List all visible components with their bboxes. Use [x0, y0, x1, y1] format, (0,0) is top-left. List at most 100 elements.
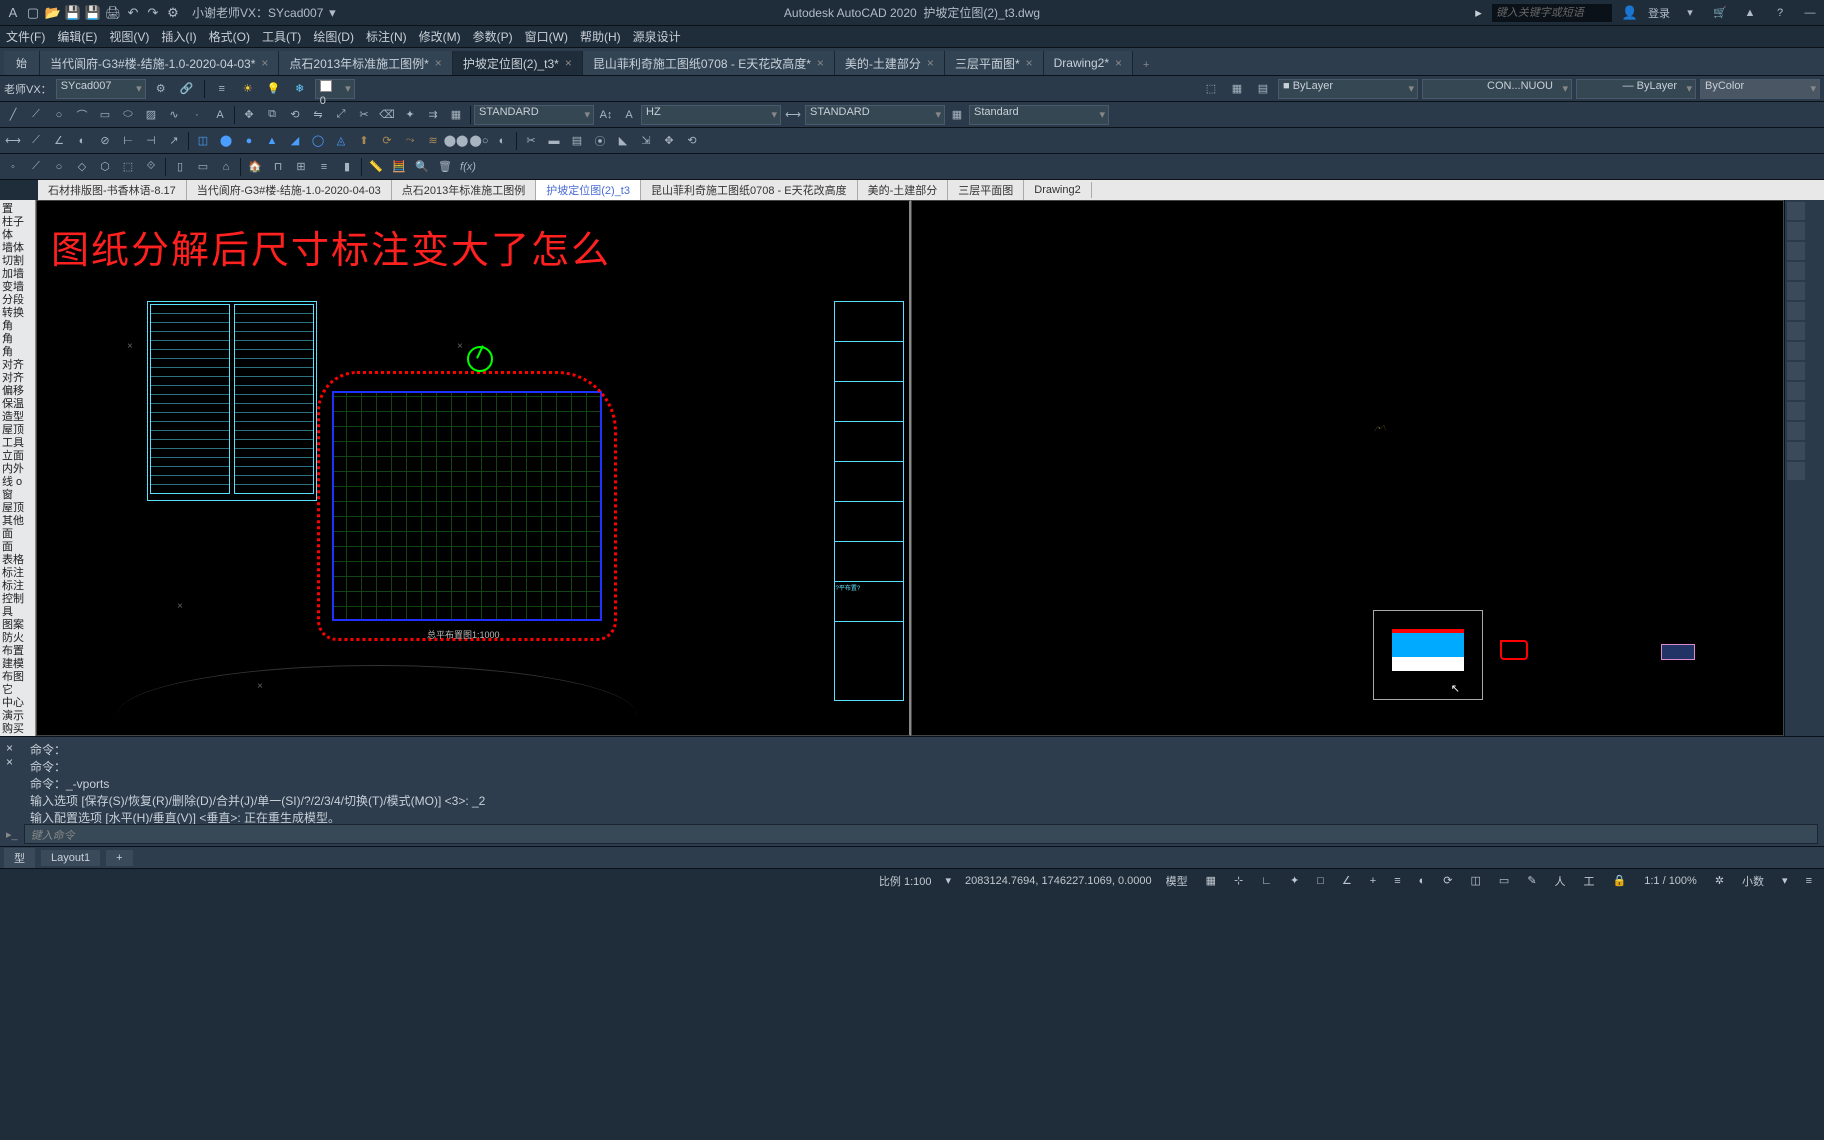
- doc-tab-4[interactable]: 昆山菲利奇施工图纸0708 - E天花改高度*×: [583, 51, 835, 75]
- left-tool-12[interactable]: 对齐: [0, 356, 35, 369]
- left-tool-10[interactable]: 角: [0, 330, 35, 343]
- app-icon[interactable]: 🛒: [1710, 6, 1730, 19]
- transparency-icon[interactable]: ◐: [1415, 875, 1430, 887]
- left-tool-9[interactable]: 角: [0, 317, 35, 330]
- sun-icon[interactable]: ☀: [237, 78, 259, 100]
- gear2-icon[interactable]: ✲: [1711, 874, 1728, 887]
- new-tab-button[interactable]: +: [1133, 55, 1159, 75]
- text-find-icon[interactable]: A: [618, 104, 640, 126]
- cmd-close-icon[interactable]: ×: [6, 741, 13, 755]
- model-paper-toggle[interactable]: 模型: [1162, 873, 1192, 889]
- vx-combo[interactable]: SYcad007: [56, 79, 146, 99]
- open-icon[interactable]: 📂: [44, 4, 62, 22]
- menu-modify[interactable]: 修改(M): [419, 28, 461, 45]
- lightbulb-icon[interactable]: 💡: [263, 78, 285, 100]
- dyn-icon[interactable]: +: [1366, 875, 1380, 887]
- sphere-icon[interactable]: ●: [238, 130, 260, 152]
- left-tool-28[interactable]: 标注: [0, 564, 35, 577]
- ext-7-icon[interactable]: ⟐: [140, 156, 162, 178]
- signin-icon[interactable]: 👤: [1622, 5, 1638, 21]
- calc-icon[interactable]: 🧮: [388, 156, 410, 178]
- section-icon[interactable]: ▤: [566, 130, 588, 152]
- grid-icon[interactable]: ▦: [1202, 874, 1220, 887]
- menu-file[interactable]: 文件(F): [6, 28, 45, 45]
- left-tool-15[interactable]: 保温: [0, 395, 35, 408]
- menu-format[interactable]: 格式(O): [209, 28, 250, 45]
- menu-yuanquan[interactable]: 源泉设计: [633, 28, 681, 45]
- dropdown-icon[interactable]: ▾: [323, 4, 341, 22]
- login-text[interactable]: 登录: [1648, 5, 1670, 21]
- left-tool-22[interactable]: 窗: [0, 486, 35, 499]
- thicken-icon[interactable]: ▬: [543, 130, 565, 152]
- offset-icon[interactable]: ⇉: [422, 104, 444, 126]
- rotate-icon[interactable]: ⟲: [284, 104, 306, 126]
- wedge-icon[interactable]: ◢: [284, 130, 306, 152]
- torus-icon[interactable]: ◯: [307, 130, 329, 152]
- vp-tab-1[interactable]: 石材排版图-书香林语-8.17: [38, 180, 187, 200]
- left-tool-14[interactable]: 偏移: [0, 382, 35, 395]
- rtool-13[interactable]: [1787, 442, 1805, 460]
- fillet-edge-icon[interactable]: ⦿: [589, 130, 611, 152]
- left-tool-32[interactable]: 图案: [0, 616, 35, 629]
- redo-icon[interactable]: ↷: [144, 4, 162, 22]
- ext-1-icon[interactable]: ◦: [2, 156, 24, 178]
- dim-angular-icon[interactable]: ∠: [48, 130, 70, 152]
- door-icon[interactable]: ⊓: [267, 156, 289, 178]
- line-icon[interactable]: ╱: [2, 104, 24, 126]
- left-tool-17[interactable]: 屋顶: [0, 421, 35, 434]
- circle-icon[interactable]: ○: [48, 104, 70, 126]
- layer-properties-icon[interactable]: ≡: [211, 78, 233, 100]
- rtool-11[interactable]: [1787, 402, 1805, 420]
- left-tool-31[interactable]: 具: [0, 603, 35, 616]
- dview-icon[interactable]: ▭: [1495, 874, 1513, 887]
- cone-icon[interactable]: ▲: [261, 130, 283, 152]
- vp-tab-7[interactable]: 三层平面图: [948, 180, 1024, 200]
- link-icon[interactable]: 🔗: [176, 78, 198, 100]
- ext-3-icon[interactable]: ○: [48, 156, 70, 178]
- start-tab[interactable]: 始: [4, 51, 40, 75]
- scale-label[interactable]: 比例 1:100: [879, 873, 932, 889]
- rtool-5[interactable]: [1787, 282, 1805, 300]
- dim-aligned-icon[interactable]: ⟋: [25, 130, 47, 152]
- left-tool-21[interactable]: 线 o: [0, 473, 35, 486]
- close-icon[interactable]: ×: [1115, 56, 1122, 70]
- vp-tab-3[interactable]: 点石2013年标准施工图例: [392, 180, 536, 200]
- share-icon[interactable]: ▲: [1740, 7, 1760, 19]
- cmd-close-icon-2[interactable]: ×: [6, 755, 13, 769]
- ext-5-icon[interactable]: ⬡: [94, 156, 116, 178]
- layer-iso-icon[interactable]: ▦: [1226, 78, 1248, 100]
- measure-icon[interactable]: 📏: [365, 156, 387, 178]
- rectangle-icon[interactable]: ▭: [94, 104, 116, 126]
- left-tool-16[interactable]: 造型: [0, 408, 35, 421]
- polar-icon[interactable]: ✦: [1286, 874, 1303, 887]
- dimstyle-combo[interactable]: HZ: [641, 105, 781, 125]
- status-menu-icon[interactable]: ▾: [1778, 874, 1792, 887]
- left-tool-38[interactable]: 中心: [0, 694, 35, 707]
- left-tool-40[interactable]: 购买: [0, 720, 35, 733]
- work-label[interactable]: 工: [1580, 873, 1599, 889]
- 3dalign-icon[interactable]: ⇲: [635, 130, 657, 152]
- cart-icon[interactable]: ▾: [1680, 6, 1700, 19]
- dim-continue-icon[interactable]: ⊢: [117, 130, 139, 152]
- spline-icon[interactable]: ∿: [163, 104, 185, 126]
- 3dosnap-icon[interactable]: ◫: [1467, 874, 1485, 887]
- doc-tab-3[interactable]: 护坡定位图(2)_t3*×: [453, 51, 583, 75]
- rtool-4[interactable]: [1787, 262, 1805, 280]
- close-icon[interactable]: ×: [1026, 56, 1033, 70]
- erase-icon[interactable]: ⌫: [376, 104, 398, 126]
- layer-states-icon[interactable]: ⬚: [1200, 78, 1222, 100]
- box-icon[interactable]: ◫: [192, 130, 214, 152]
- new-icon[interactable]: ▢: [24, 4, 42, 22]
- menu-edit[interactable]: 编辑(E): [57, 28, 97, 45]
- copy-icon[interactable]: ⧉: [261, 104, 283, 126]
- left-tool-33[interactable]: 防火: [0, 629, 35, 642]
- left-tool-8[interactable]: 转换: [0, 304, 35, 317]
- anno-icon[interactable]: 🔒: [1609, 874, 1631, 887]
- lwt-icon[interactable]: ≡: [1390, 875, 1404, 887]
- left-tool-7[interactable]: 分段: [0, 291, 35, 304]
- left-tool-2[interactable]: 体: [0, 226, 35, 239]
- left-tool-27[interactable]: 表格: [0, 551, 35, 564]
- left-tool-35[interactable]: 建模: [0, 655, 35, 668]
- dim-diameter-icon[interactable]: ⊘: [94, 130, 116, 152]
- rtool-2[interactable]: [1787, 222, 1805, 240]
